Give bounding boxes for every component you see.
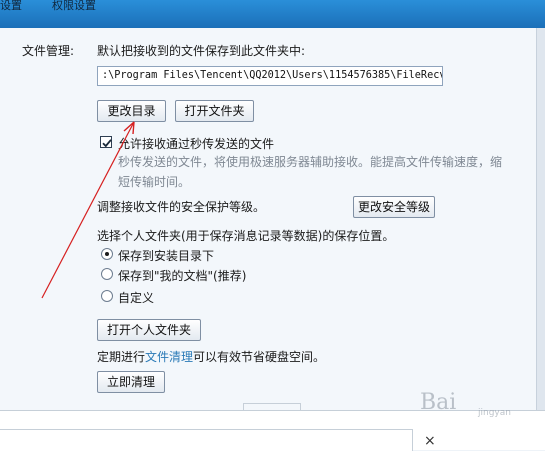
change-security-level-button[interactable]: 更改安全等级 (353, 196, 435, 218)
radio-my-documents-label[interactable]: 保存到"我的文档"(推荐) (118, 267, 246, 284)
personal-folder-caption: 选择个人文件夹(用于保存消息记录等数据)的保存位置。 (97, 229, 395, 243)
save-path-field[interactable]: :\Program Files\Tencent\QQ2012\Users\115… (97, 66, 443, 86)
instant-transfer-description: 秒传发送的文件，将使用极速服务器辅助接收。能提高文件传输速度，缩短传输时间。 (118, 155, 503, 189)
tab-permission-settings[interactable]: 权限设置 (52, 0, 96, 12)
radio-custom[interactable] (101, 290, 113, 302)
vertical-scrollbar[interactable] (536, 28, 545, 410)
radio-install-dir[interactable] (101, 248, 113, 260)
cleanup-hint-prefix: 定期进行 (97, 350, 146, 364)
checkmark-icon (102, 139, 112, 148)
file-cleanup-link[interactable]: 文件清理 (145, 350, 193, 364)
section-label-file-management: 文件管理: (22, 44, 75, 58)
allow-instant-transfer-label: 允许接收通过秒传发送的文件 (118, 137, 275, 151)
allow-instant-transfer-checkbox[interactable] (100, 136, 112, 148)
title-bar: 设置 权限设置 (0, 0, 545, 28)
security-level-text: 调整接收文件的安全保护等级。 (97, 200, 266, 214)
clean-now-button[interactable]: 立即清理 (97, 371, 165, 393)
save-folder-caption: 默认把接收到的文件保存到此文件夹中: (97, 44, 306, 58)
open-personal-folder-button[interactable]: 打开个人文件夹 (97, 319, 201, 341)
bottom-area: × (0, 410, 545, 451)
open-folder-button[interactable]: 打开文件夹 (175, 100, 254, 122)
cleanup-hint-suffix: 可以有效节省硬盘空间。 (193, 350, 326, 364)
close-icon[interactable]: × (424, 433, 436, 449)
tab-settings[interactable]: 设置 (0, 0, 22, 12)
radio-install-dir-label[interactable]: 保存到安装目录下 (118, 247, 214, 264)
change-directory-button[interactable]: 更改目录 (97, 100, 166, 122)
radio-custom-label[interactable]: 自定义 (118, 289, 154, 306)
bottom-input-area[interactable] (0, 429, 413, 451)
radio-my-documents[interactable] (101, 268, 113, 280)
cleanup-hint: 定期进行文件清理可以有效节省硬盘空间。 (97, 348, 325, 365)
